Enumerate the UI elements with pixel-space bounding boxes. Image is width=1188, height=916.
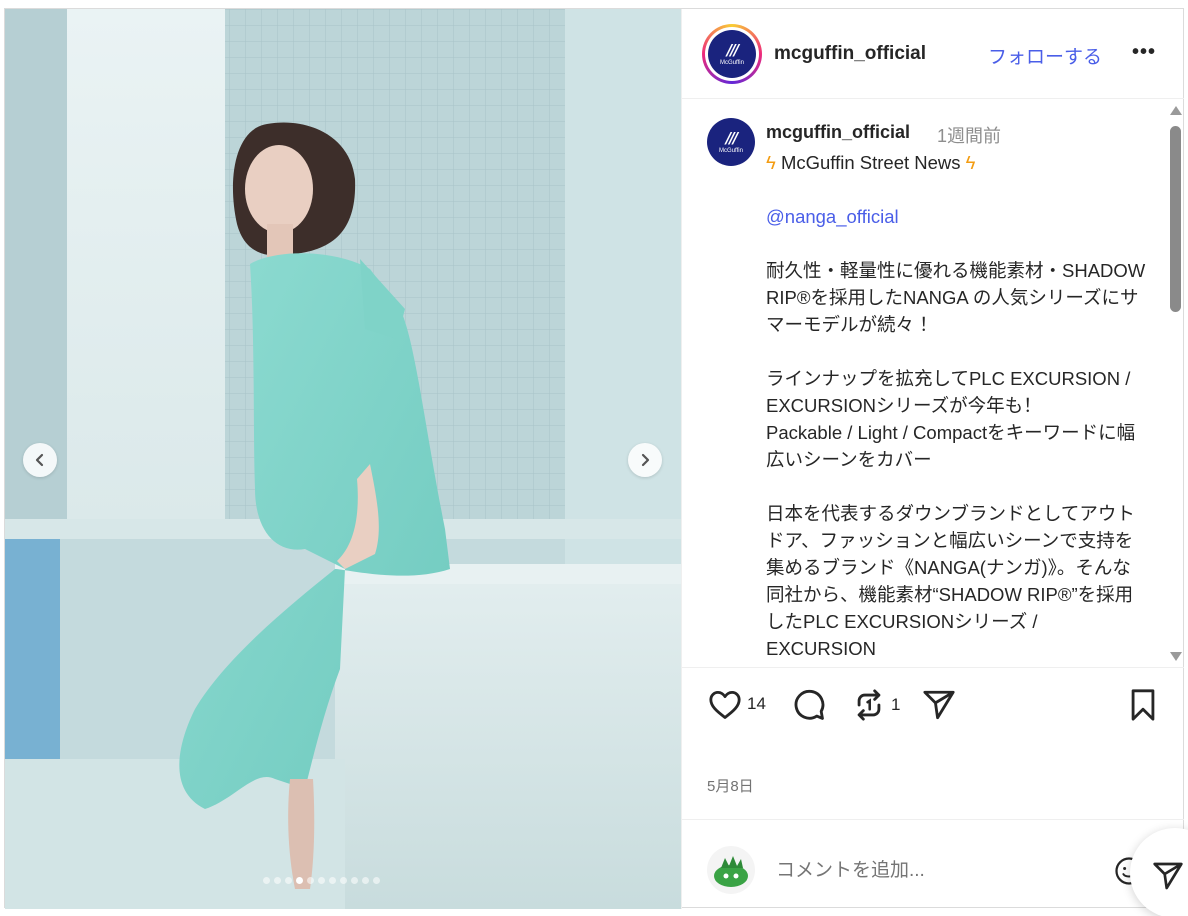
caption-username[interactable]: mcguffin_official	[766, 122, 910, 143]
post-timestamp[interactable]: 1週間前	[937, 122, 1001, 148]
send-icon	[923, 690, 955, 720]
caption-area[interactable]: /// McGuffin mcguffin_official 1週間前 ϟ Mc…	[682, 100, 1184, 667]
bookmark-icon	[1131, 689, 1155, 721]
carousel-dot	[373, 877, 380, 884]
caption-scrollbar[interactable]	[1166, 100, 1184, 667]
header-username[interactable]: mcguffin_official	[774, 43, 926, 65]
photo-scene	[5, 9, 681, 909]
logo-wordmark: McGuffin	[720, 59, 744, 66]
carousel-dot	[329, 877, 336, 884]
comment-input[interactable]	[776, 860, 1096, 882]
heart-icon	[709, 690, 741, 719]
more-options-icon[interactable]: •••	[1132, 41, 1156, 64]
lightning-icon: ϟ	[965, 152, 976, 173]
like-count: 14	[747, 694, 766, 713]
chevron-left-icon	[35, 453, 44, 467]
previous-image-button[interactable]	[23, 443, 57, 477]
follow-button[interactable]: フォローする	[988, 42, 1102, 69]
mcguffin-logo: /// McGuffin	[708, 30, 756, 78]
post-details-panel: /// McGuffin mcguffin_official フォローする ••…	[681, 9, 1184, 909]
next-image-button[interactable]	[628, 443, 662, 477]
comment-button[interactable]	[792, 688, 826, 722]
carousel-dot	[351, 877, 358, 884]
logo-mark: ///	[726, 40, 740, 59]
comment-icon	[794, 689, 825, 720]
lightning-icon: ϟ	[766, 152, 776, 173]
repost-button[interactable]: 1	[852, 688, 900, 722]
avatar[interactable]: /// McGuffin	[702, 24, 762, 84]
repost-count: 1	[891, 695, 901, 714]
caption-paragraph-3: 日本を代表するダウンブランドとしてアウトドア、ファッションと幅広いシーンで支持を…	[766, 503, 1135, 659]
carousel-dot	[340, 877, 347, 884]
carousel-dot	[263, 877, 270, 884]
chevron-right-icon	[641, 453, 650, 467]
scroll-down-arrow-icon[interactable]	[1170, 652, 1182, 661]
carousel-dot	[362, 877, 369, 884]
repost-icon	[857, 689, 881, 721]
current-user-avatar	[707, 846, 755, 894]
save-button[interactable]	[1128, 688, 1158, 722]
caption-paragraph-1: 耐久性・軽量性に優れる機能素材・SHADOW RIP®を採用したNANGA の人…	[766, 260, 1151, 335]
mention-link[interactable]: @nanga_official	[766, 206, 899, 227]
post-header: /// McGuffin mcguffin_official フォローする ••…	[682, 9, 1184, 99]
carousel-dot	[296, 877, 303, 884]
post-modal: /// McGuffin mcguffin_official フォローする ••…	[4, 8, 1184, 909]
carousel-dot	[307, 877, 314, 884]
post-date: 5月8日	[707, 778, 754, 795]
carousel-dot	[274, 877, 281, 884]
like-button[interactable]: 14	[708, 688, 766, 720]
caption-text: ϟ McGuffin Street News ϟ @nanga_official…	[766, 149, 1146, 662]
add-comment-bar	[682, 819, 1184, 909]
user-avatar-icon	[707, 846, 755, 894]
share-button[interactable]	[922, 688, 956, 722]
post-photo[interactable]	[5, 9, 681, 909]
logo-mark: ///	[725, 128, 739, 147]
carousel-indicator	[263, 877, 380, 884]
caption-paragraph-2: ラインナップを拡充してPLC EXCURSION / EXCURSIONシリーズ…	[766, 368, 1136, 470]
carousel-dot	[285, 877, 292, 884]
logo-wordmark: McGuffin	[719, 147, 743, 154]
caption-title: McGuffin Street News	[780, 152, 961, 173]
action-bar: 14 1	[682, 667, 1184, 737]
send-icon	[1153, 862, 1183, 890]
carousel-dot	[318, 877, 325, 884]
caption-avatar[interactable]: /// McGuffin	[707, 118, 755, 166]
scrollbar-thumb[interactable]	[1170, 126, 1181, 312]
scroll-up-arrow-icon[interactable]	[1170, 106, 1182, 115]
